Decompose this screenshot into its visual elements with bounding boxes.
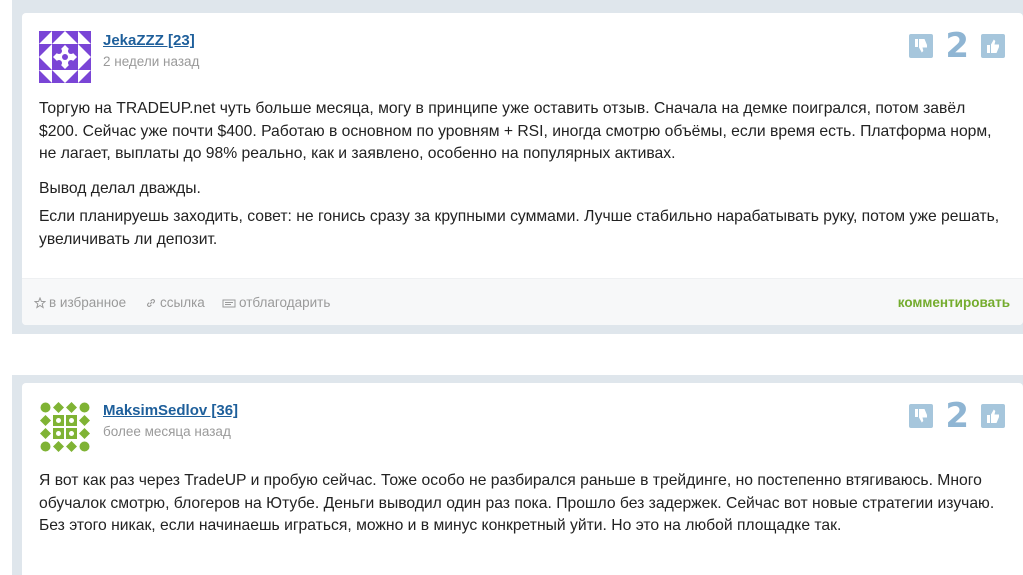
thumbs-up-icon [987,409,999,423]
author-link[interactable]: JekaZZZ [23] [103,32,195,49]
thank-label: отблагодарить [239,295,331,310]
favorite-label: в избранное [49,295,127,310]
comment-card: JekaZZZ [23] 2 недели назад 2 Торгую на … [22,13,1023,325]
comment-paragraph: Я вот как раз через TradeUP и пробую сей… [39,472,995,534]
comment-footer: в избранное ссылка отблагодарить коммент… [22,278,1023,325]
comment-paragraph: Если планируешь заходить, совет: не гони… [39,208,1000,248]
thank-link[interactable]: отблагодарить [222,295,330,310]
vote-score: 2 [945,26,969,66]
permalink-label: ссылка [160,295,205,310]
thank-icon [222,299,236,307]
comment-frame: MaksimSedlov [36] более месяца назад 2 Я… [12,375,1023,575]
comment-card: MaksimSedlov [36] более месяца назад 2 Я… [22,383,1023,575]
comment-paragraph: Торгую на TRADEUP.net чуть больше месяца… [39,100,992,162]
comment-date: более месяца назад [103,424,231,439]
comment-paragraph: Вывод делал дважды. [39,179,201,197]
thumbs-up-button[interactable] [981,404,1005,428]
avatar[interactable] [39,401,91,453]
star-icon [34,296,46,309]
thumbs-down-button[interactable] [909,404,934,428]
favorite-link[interactable]: в избранное [34,295,126,310]
vote-widget: 2 [909,26,1005,66]
thumbs-down-icon [915,409,928,423]
reply-comment-link[interactable]: комментировать [898,295,1010,310]
author-link[interactable]: MaksimSedlov [36] [103,402,238,419]
comment-frame: JekaZZZ [23] 2 недели назад 2 Торгую на … [12,0,1023,334]
comment-body: Я вот как раз через TradeUP и пробую сей… [39,470,1003,544]
vote-widget: 2 [909,396,1005,436]
thumbs-down-button[interactable] [909,34,934,58]
thumbs-down-icon [915,39,928,53]
permalink-link[interactable]: ссылка [145,295,205,310]
link-icon [147,298,155,307]
comment-body: Торгую на TRADEUP.net чуть больше месяца… [39,98,1003,257]
thumbs-up-button[interactable] [981,34,1005,58]
vote-score: 2 [945,396,969,436]
comment-date: 2 недели назад [103,54,200,69]
thumbs-up-icon [987,39,999,53]
avatar[interactable] [39,31,91,83]
